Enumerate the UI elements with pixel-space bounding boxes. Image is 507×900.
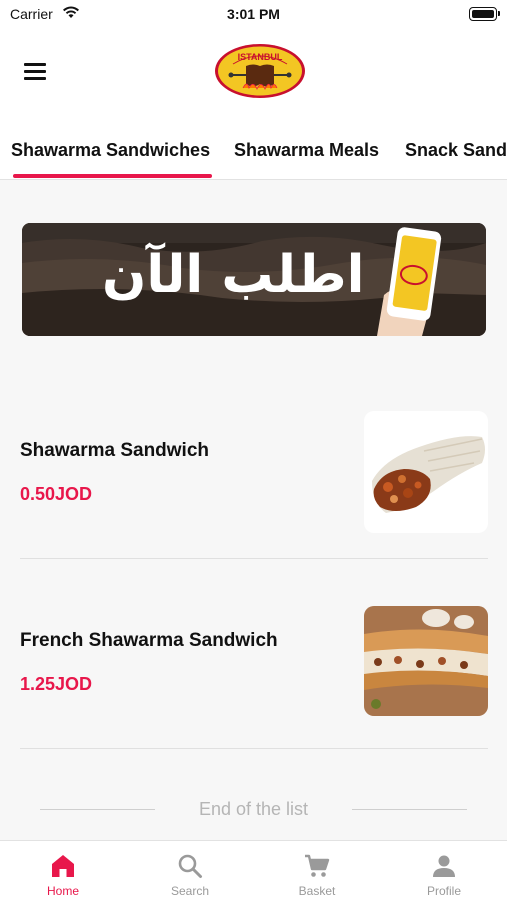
product-price: 1.25JOD <box>20 674 93 694</box>
active-tab-indicator <box>13 174 212 178</box>
nav-home[interactable]: Home <box>0 841 126 900</box>
product-name: Shawarma Sandwich <box>20 440 210 461</box>
person-icon <box>433 855 455 877</box>
battery-icon <box>469 7 500 21</box>
nav-label: Search <box>170 884 210 898</box>
nav-label: Home <box>46 884 79 898</box>
order-now-banner[interactable]: اطلب الآن <box>22 223 486 336</box>
status-time: 3:01 PM <box>227 6 280 22</box>
end-line-right <box>352 809 467 810</box>
divider <box>20 748 488 749</box>
nav-search[interactable]: Search <box>127 841 253 900</box>
banner-text: اطلب الآن <box>102 245 365 305</box>
svg-text:ISTANBUL: ISTANBUL <box>238 52 283 62</box>
status-bar: Carrier 3:01 PM <box>0 0 507 30</box>
divider <box>20 558 488 559</box>
product-image <box>364 606 488 716</box>
bottom-navigation: Home Search Basket Profile <box>0 840 507 900</box>
nav-label: Basket <box>298 884 336 898</box>
menu-button[interactable] <box>18 58 52 84</box>
search-icon <box>178 854 202 878</box>
menu-icon <box>24 63 46 66</box>
app-header: ISTANBUL <box>0 30 507 110</box>
nav-profile[interactable]: Profile <box>381 841 507 900</box>
tab-snack-sandwiches[interactable]: Snack Sand <box>405 140 507 161</box>
category-tabs: Shawarma Sandwiches Shawarma Meals Snack… <box>0 110 507 180</box>
product-item[interactable]: Shawarma Sandwich 0.50JOD <box>20 408 488 538</box>
tab-shawarma-meals[interactable]: Shawarma Meals <box>234 140 379 161</box>
product-name: French Shawarma Sandwich <box>20 630 278 651</box>
tab-shawarma-sandwiches[interactable]: Shawarma Sandwiches <box>11 140 210 161</box>
home-icon <box>52 855 74 877</box>
nav-label: Profile <box>426 884 461 898</box>
product-item[interactable]: French Shawarma Sandwich 1.25JOD <box>20 598 488 728</box>
cart-icon <box>305 854 330 877</box>
product-image <box>364 411 488 533</box>
istanbul-logo: ISTANBUL <box>215 44 305 98</box>
product-price: 0.50JOD <box>20 484 93 504</box>
nav-basket[interactable]: Basket <box>254 841 380 900</box>
